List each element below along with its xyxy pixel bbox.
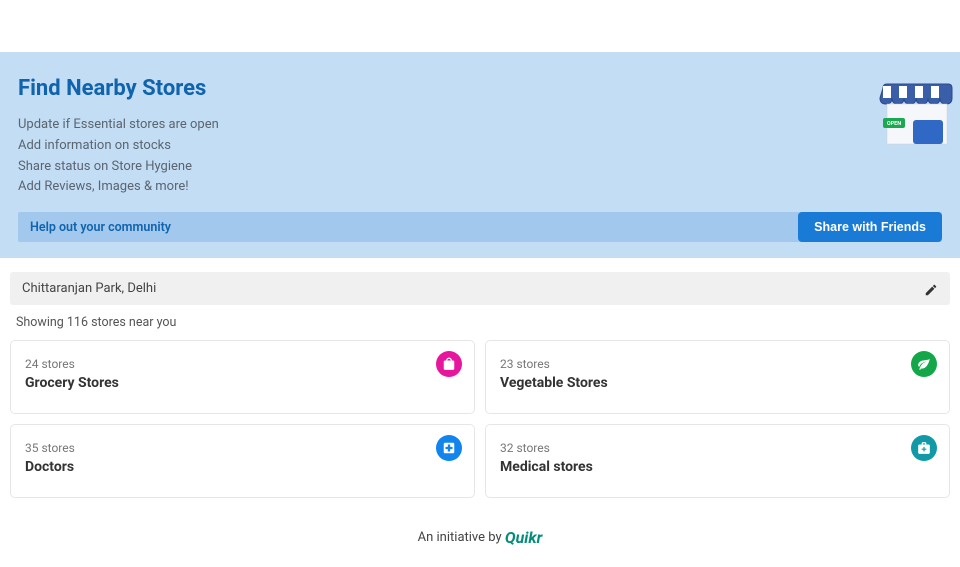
store-illustration: OPEN xyxy=(875,80,960,165)
hero-feature-line: Add Reviews, Images & more! xyxy=(18,177,942,198)
shopping-bag-icon xyxy=(436,351,462,377)
hero-feature-line: Share status on Store Hygiene xyxy=(18,157,942,178)
svg-text:OPEN: OPEN xyxy=(887,121,901,127)
category-card-grocery[interactable]: 24 stores Grocery Stores xyxy=(10,340,475,414)
category-name: Vegetable Stores xyxy=(500,375,935,391)
edit-icon[interactable] xyxy=(924,282,938,296)
hero-banner: Find Nearby Stores Update if Essential s… xyxy=(0,52,960,258)
category-count: 24 stores xyxy=(25,357,460,371)
location-bar[interactable]: Chittaranjan Park, Delhi xyxy=(10,272,950,305)
hero-title: Find Nearby Stores xyxy=(18,76,942,101)
medical-bag-icon xyxy=(911,435,937,461)
category-count: 32 stores xyxy=(500,441,935,455)
medical-cross-icon xyxy=(436,435,462,461)
footer-prefix: An initiative by xyxy=(418,530,502,545)
results-summary: Showing 116 stores near you xyxy=(16,315,960,330)
category-name: Medical stores xyxy=(500,459,935,475)
hero-feature-line: Update if Essential stores are open xyxy=(18,115,942,136)
category-card-doctors[interactable]: 35 stores Doctors xyxy=(10,424,475,498)
category-name: Doctors xyxy=(25,459,460,475)
category-name: Grocery Stores xyxy=(25,375,460,391)
leaf-icon xyxy=(911,351,937,377)
help-community-text: Help out your community xyxy=(30,220,171,235)
footer: An initiative by Quikr xyxy=(0,528,960,567)
category-card-medical[interactable]: 32 stores Medical stores xyxy=(485,424,950,498)
brand-logo: Quikr xyxy=(505,528,542,547)
category-count: 23 stores xyxy=(500,357,935,371)
category-card-vegetable[interactable]: 23 stores Vegetable Stores xyxy=(485,340,950,414)
location-value: Chittaranjan Park, Delhi xyxy=(22,281,156,296)
share-with-friends-button[interactable]: Share with Friends xyxy=(798,212,942,242)
category-count: 35 stores xyxy=(25,441,460,455)
hero-feature-line: Add information on stocks xyxy=(18,136,942,157)
categories-grid: 24 stores Grocery Stores 23 stores Veget… xyxy=(0,340,960,498)
help-bar: Help out your community Share with Frien… xyxy=(18,212,942,242)
